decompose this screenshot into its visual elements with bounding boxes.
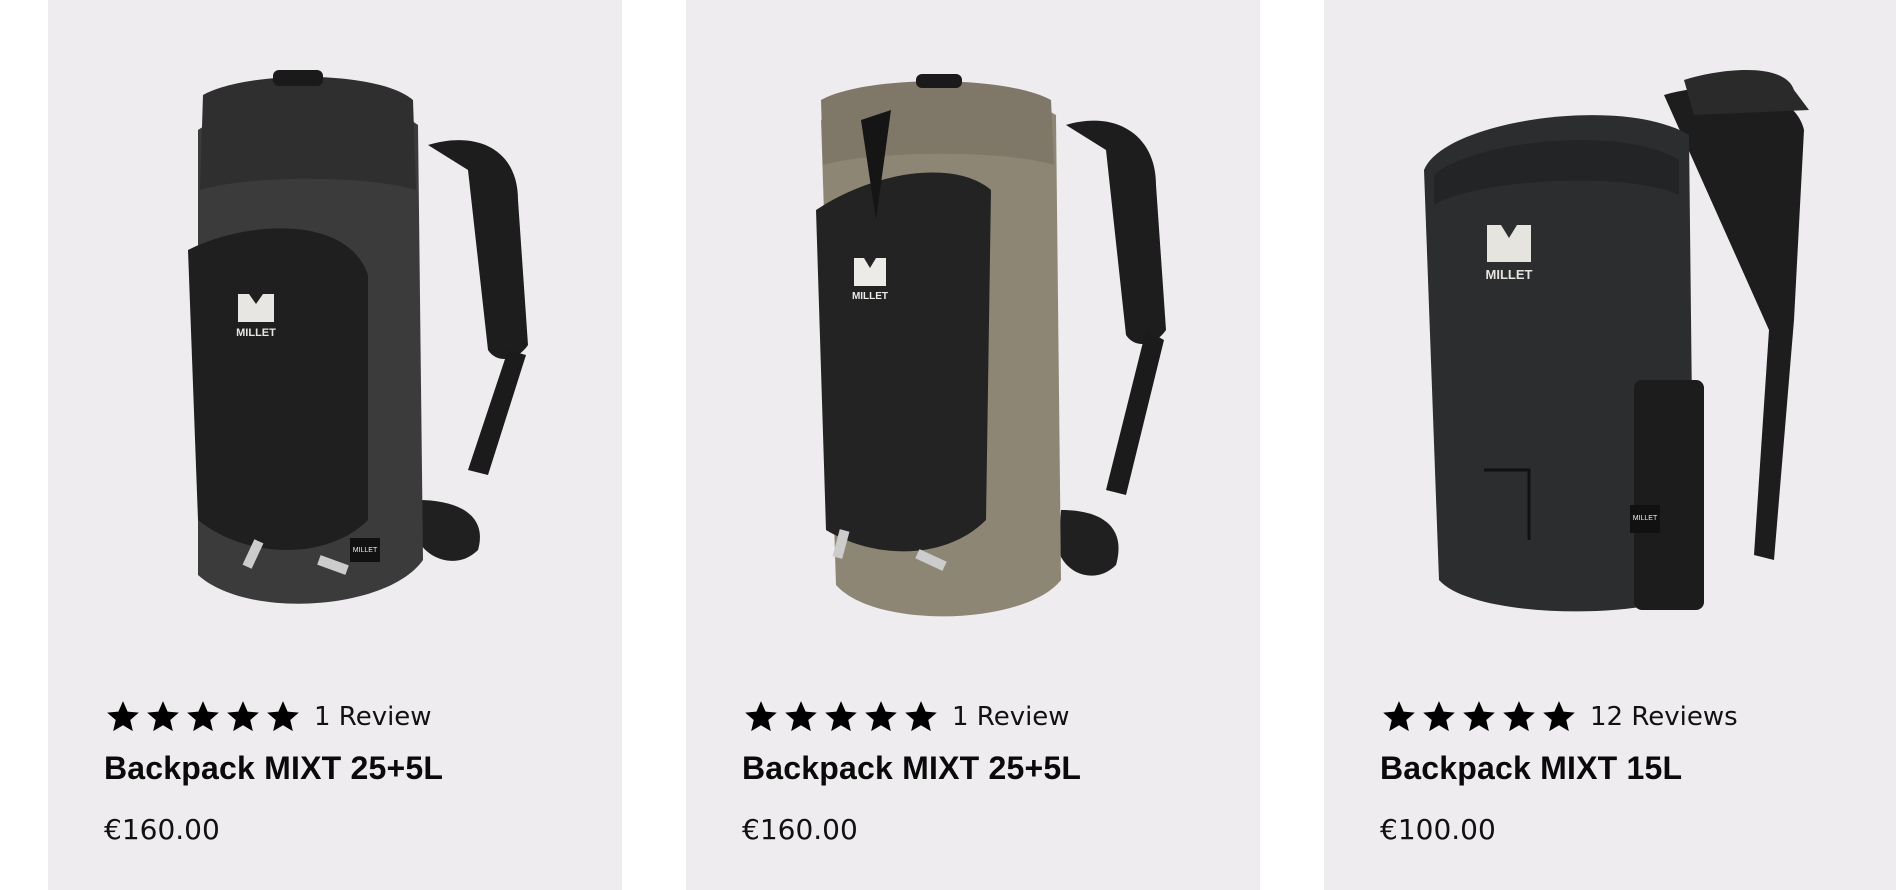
product-title[interactable]: Backpack MIXT 25+5L [104, 750, 582, 787]
review-count[interactable]: 1 Review [314, 702, 432, 732]
brand-wordmark: MILLET [1486, 267, 1533, 282]
star-rating [104, 698, 302, 736]
product-title[interactable]: Backpack MIXT 25+5L [742, 750, 1220, 787]
product-image[interactable]: MILLET MILLET [1324, 0, 1896, 660]
product-card[interactable]: MILLET MILLET 12 Reviews Backpack MIXT 1… [1324, 0, 1896, 890]
review-count[interactable]: 12 Reviews [1590, 702, 1738, 732]
star-icon [1423, 701, 1455, 732]
review-count[interactable]: 1 Review [952, 702, 1070, 732]
star-icon [1463, 701, 1495, 732]
rating: 1 Review [104, 690, 582, 744]
brand-tag: MILLET [353, 547, 378, 554]
star-icon [267, 701, 299, 732]
product-price: €100.00 [1380, 813, 1496, 846]
product-card[interactable]: MILLET MILLET 1 Review Backpack MIXT 25+… [48, 0, 622, 890]
star-icon [107, 701, 139, 732]
product-price: €160.00 [742, 813, 858, 846]
product-image[interactable]: MILLET [686, 0, 1260, 660]
product-title[interactable]: Backpack MIXT 15L [1380, 750, 1858, 787]
product-grid: MILLET MILLET 1 Review Backpack MIXT 25+… [0, 0, 1896, 890]
star-icon [865, 701, 897, 732]
star-icon [825, 701, 857, 732]
brand-tag: MILLET [1633, 515, 1658, 522]
pack-front-panel [816, 172, 991, 552]
star-icon [785, 701, 817, 732]
product-card[interactable]: MILLET 1 Review Backpack MIXT 25+5L €160… [686, 0, 1260, 890]
star-icon [905, 701, 937, 732]
brand-wordmark: MILLET [852, 291, 888, 302]
star-rating [742, 698, 940, 736]
pack-front-panel [188, 228, 368, 550]
star-icon [1543, 701, 1575, 732]
product-image[interactable]: MILLET MILLET [48, 0, 622, 660]
star-icon [745, 701, 777, 732]
brand-wordmark: MILLET [236, 327, 276, 339]
star-icon [1503, 701, 1535, 732]
rating: 1 Review [742, 690, 1220, 744]
star-icon [227, 701, 259, 732]
star-icon [1383, 701, 1415, 732]
star-rating [1380, 698, 1578, 736]
star-icon [147, 701, 179, 732]
star-icon [187, 701, 219, 732]
product-price: €160.00 [104, 813, 220, 846]
rating: 12 Reviews [1380, 690, 1858, 744]
